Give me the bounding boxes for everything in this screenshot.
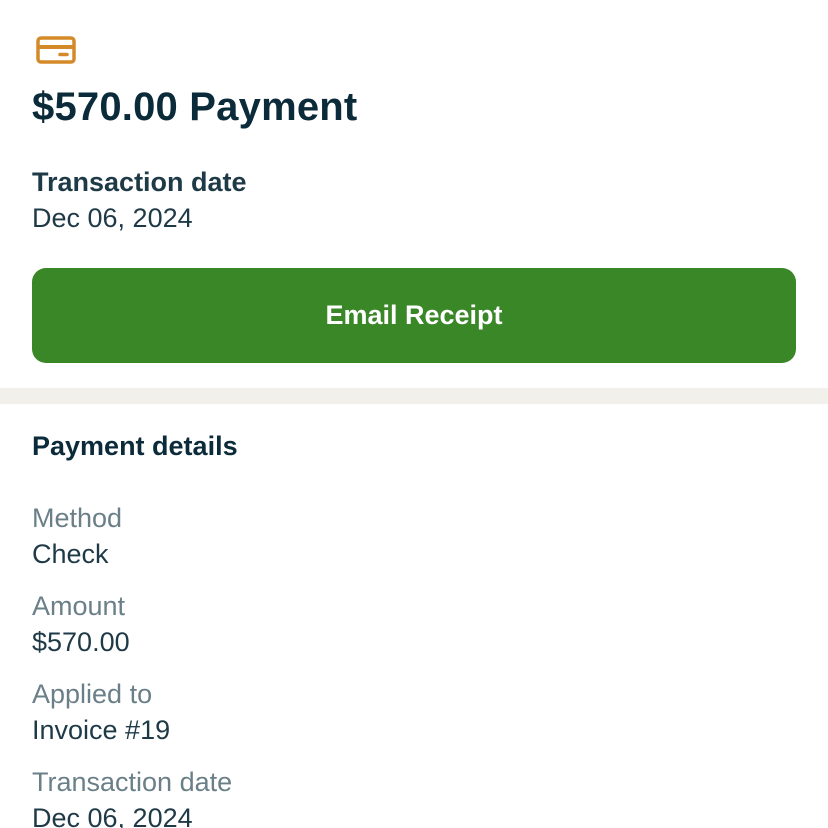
- payment-details-section: Payment details Method Check Amount $570…: [0, 404, 828, 828]
- detail-value: Check: [32, 539, 109, 569]
- payment-summary: $570.00 Payment Transaction date Dec 06,…: [0, 0, 828, 388]
- page-title: $570.00 Payment: [32, 85, 358, 129]
- detail-row-method: Method Check: [32, 500, 792, 572]
- payment-detail-page: $570.00 Payment Transaction date Dec 06,…: [0, 0, 828, 828]
- detail-value[interactable]: Invoice #19: [32, 712, 792, 748]
- detail-value: Dec 06, 2024: [32, 803, 193, 828]
- detail-row-applied-to: Applied to Invoice #19: [32, 676, 792, 748]
- detail-label: Amount: [32, 591, 126, 621]
- transaction-date-label: Transaction date: [32, 167, 247, 197]
- email-receipt-button[interactable]: Email Receipt: [32, 268, 796, 363]
- detail-label: Transaction date: [32, 767, 233, 797]
- section-heading: Payment details: [32, 431, 238, 461]
- detail-row-transaction-date: Transaction date Dec 06, 2024: [32, 764, 792, 828]
- transaction-date-value: Dec 06, 2024: [32, 203, 193, 233]
- detail-row-amount: Amount $570.00: [32, 588, 792, 660]
- section-divider: [0, 388, 828, 404]
- detail-label: Applied to: [32, 679, 153, 709]
- detail-label: Method: [32, 503, 123, 533]
- credit-card-icon: [36, 36, 76, 64]
- detail-value: $570.00: [32, 627, 130, 657]
